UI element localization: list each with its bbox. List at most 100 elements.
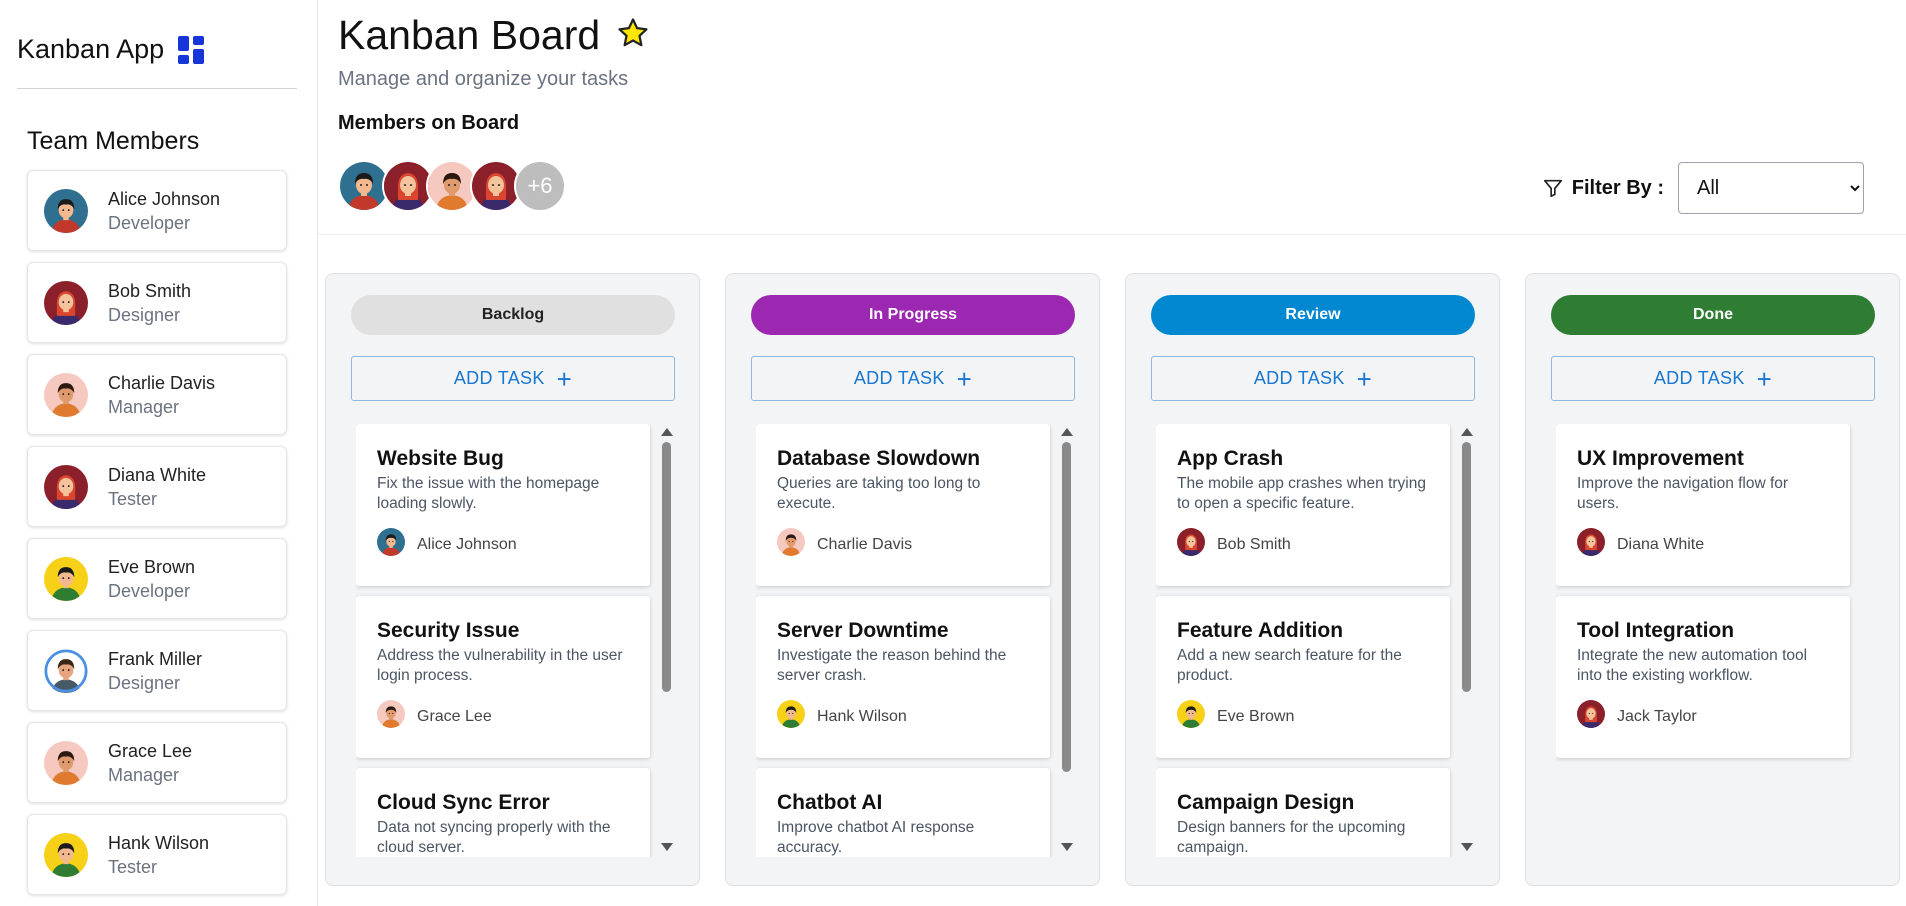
scroll-up-arrow[interactable]	[1061, 428, 1073, 436]
task-description: Add a new search feature for the product…	[1177, 647, 1402, 684]
task-scrollbar[interactable]	[1459, 424, 1473, 857]
member-card[interactable]: Grace Lee Manager	[27, 722, 287, 803]
task-scrollbar[interactable]	[659, 424, 673, 857]
task-assignee: Alice Johnson	[377, 528, 630, 561]
scroll-thumb[interactable]	[1062, 442, 1071, 772]
plus-icon: +	[556, 363, 573, 394]
scroll-down-arrow[interactable]	[1061, 843, 1073, 851]
page-subtitle: Manage and organize your tasks	[338, 68, 629, 90]
member-name: Diana White	[108, 464, 207, 485]
column-done: Done ADD TASK + UX Improvement Improve t…	[1525, 273, 1900, 886]
filter-select[interactable]: All	[1678, 162, 1864, 214]
member-info: Charlie Davis Manager	[108, 371, 215, 419]
assignee-name: Bob Smith	[1217, 535, 1291, 553]
task-title: Database Slowdown	[777, 447, 981, 470]
avatar	[1577, 700, 1605, 733]
member-card[interactable]: Hank Wilson Tester	[27, 814, 287, 895]
scroll-up-arrow[interactable]	[1461, 428, 1473, 436]
task-description: Design banners for the upcoming campaign…	[1177, 819, 1406, 856]
scroll-down-arrow[interactable]	[1461, 843, 1473, 851]
add-task-button[interactable]: ADD TASK +	[351, 356, 675, 401]
task-card[interactable]: Tool Integration Integrate the new autom…	[1556, 596, 1850, 758]
scroll-down-arrow[interactable]	[661, 843, 673, 851]
filter-bar: Filter By : All	[1542, 162, 1864, 214]
member-role: Developer	[108, 580, 191, 601]
assignee-name: Alice Johnson	[417, 535, 517, 553]
task-title: Website Bug	[377, 447, 504, 470]
task-assignee: Hank Wilson	[777, 700, 1030, 733]
scroll-thumb[interactable]	[1462, 442, 1471, 692]
task-card[interactable]: Server Downtime Investigate the reason b…	[756, 596, 1050, 758]
task-title: Chatbot AI	[777, 791, 883, 814]
add-task-label: ADD TASK	[1653, 368, 1745, 388]
task-assignee: Charlie Davis	[777, 528, 1030, 561]
member-name: Frank Miller	[108, 648, 203, 669]
add-task-button[interactable]: ADD TASK +	[751, 356, 1075, 401]
member-card[interactable]: Bob Smith Designer	[27, 262, 287, 343]
members-on-board-label: Members on Board	[338, 112, 520, 134]
avatar	[1177, 700, 1205, 733]
member-card[interactable]: Frank Miller Designer	[27, 630, 287, 711]
task-title: App Crash	[1177, 447, 1284, 470]
scroll-up-arrow[interactable]	[661, 428, 673, 436]
avatar	[44, 372, 88, 417]
task-card[interactable]: Database Slowdown Queries are taking too…	[756, 424, 1050, 586]
add-task-button[interactable]: ADD TASK +	[1551, 356, 1875, 401]
task-assignee: Diana White	[1577, 528, 1830, 561]
task-card[interactable]: Campaign Design Design banners for the u…	[1156, 768, 1450, 857]
task-description: Data not syncing properly with the cloud…	[377, 819, 611, 856]
add-task-label: ADD TASK	[453, 368, 545, 388]
task-assignee: Grace Lee	[377, 700, 630, 733]
task-card[interactable]: Feature Addition Add a new search featur…	[1156, 596, 1450, 758]
plus-icon: +	[1356, 363, 1373, 394]
avatar	[377, 528, 405, 561]
column-header: Done	[1551, 295, 1875, 335]
task-card[interactable]: Chatbot AI Improve chatbot AI response a…	[756, 768, 1050, 857]
task-title: Security Issue	[377, 619, 520, 642]
avatar	[1177, 528, 1205, 561]
more-members-badge[interactable]: +6	[514, 160, 566, 212]
member-name: Eve Brown	[108, 556, 196, 577]
member-name: Bob Smith	[108, 280, 192, 301]
add-task-label: ADD TASK	[853, 368, 945, 388]
add-task-label: ADD TASK	[1253, 368, 1345, 388]
avatar	[377, 700, 405, 733]
task-card[interactable]: Security Issue Address the vulnerability…	[356, 596, 650, 758]
assignee-name: Eve Brown	[1217, 707, 1295, 725]
assignee-name: Diana White	[1617, 535, 1705, 553]
member-info: Frank Miller Designer	[108, 647, 202, 695]
brand: Kanban App	[17, 34, 206, 65]
column-header: Review	[1151, 295, 1475, 335]
task-list: App Crash The mobile app crashes when tr…	[1156, 424, 1466, 857]
add-task-button[interactable]: ADD TASK +	[1151, 356, 1475, 401]
member-card[interactable]: Charlie Davis Manager	[27, 354, 287, 435]
task-card[interactable]: UX Improvement Improve the navigation fl…	[1556, 424, 1850, 586]
task-assignee: Jack Taylor	[1577, 700, 1830, 733]
member-list: Alice Johnson Developer Bob Smith Design…	[27, 170, 287, 906]
filter-label: Filter By :	[1542, 177, 1664, 200]
task-title: Feature Addition	[1177, 619, 1344, 642]
column-in-progress: In Progress ADD TASK + Database Slowdown…	[725, 273, 1100, 886]
avatar	[44, 188, 88, 233]
board-header: Kanban Board Manage and organize your ta…	[318, 0, 1906, 235]
task-list: Database Slowdown Queries are taking too…	[756, 424, 1066, 857]
column-header: In Progress	[751, 295, 1075, 335]
member-card[interactable]: Eve Brown Developer	[27, 538, 287, 619]
task-assignee: Bob Smith	[1177, 528, 1430, 561]
task-assignee: Eve Brown	[1177, 700, 1430, 733]
task-card[interactable]: App Crash The mobile app crashes when tr…	[1156, 424, 1450, 586]
avatar	[44, 464, 88, 509]
task-card[interactable]: Website Bug Fix the issue with the homep…	[356, 424, 650, 586]
task-card[interactable]: Cloud Sync Error Data not syncing proper…	[356, 768, 650, 857]
task-title: UX Improvement	[1577, 447, 1744, 470]
avatar	[44, 740, 88, 785]
scroll-thumb[interactable]	[662, 442, 671, 692]
member-name: Charlie Davis	[108, 372, 216, 393]
member-card[interactable]: Diana White Tester	[27, 446, 287, 527]
star-icon[interactable]	[616, 16, 650, 55]
member-card[interactable]: Alice Johnson Developer	[27, 170, 287, 251]
task-scrollbar[interactable]	[1059, 424, 1073, 857]
task-description: Queries are taking too long to execute.	[777, 475, 981, 512]
member-role: Developer	[108, 212, 191, 233]
sidebar-divider	[17, 88, 297, 89]
